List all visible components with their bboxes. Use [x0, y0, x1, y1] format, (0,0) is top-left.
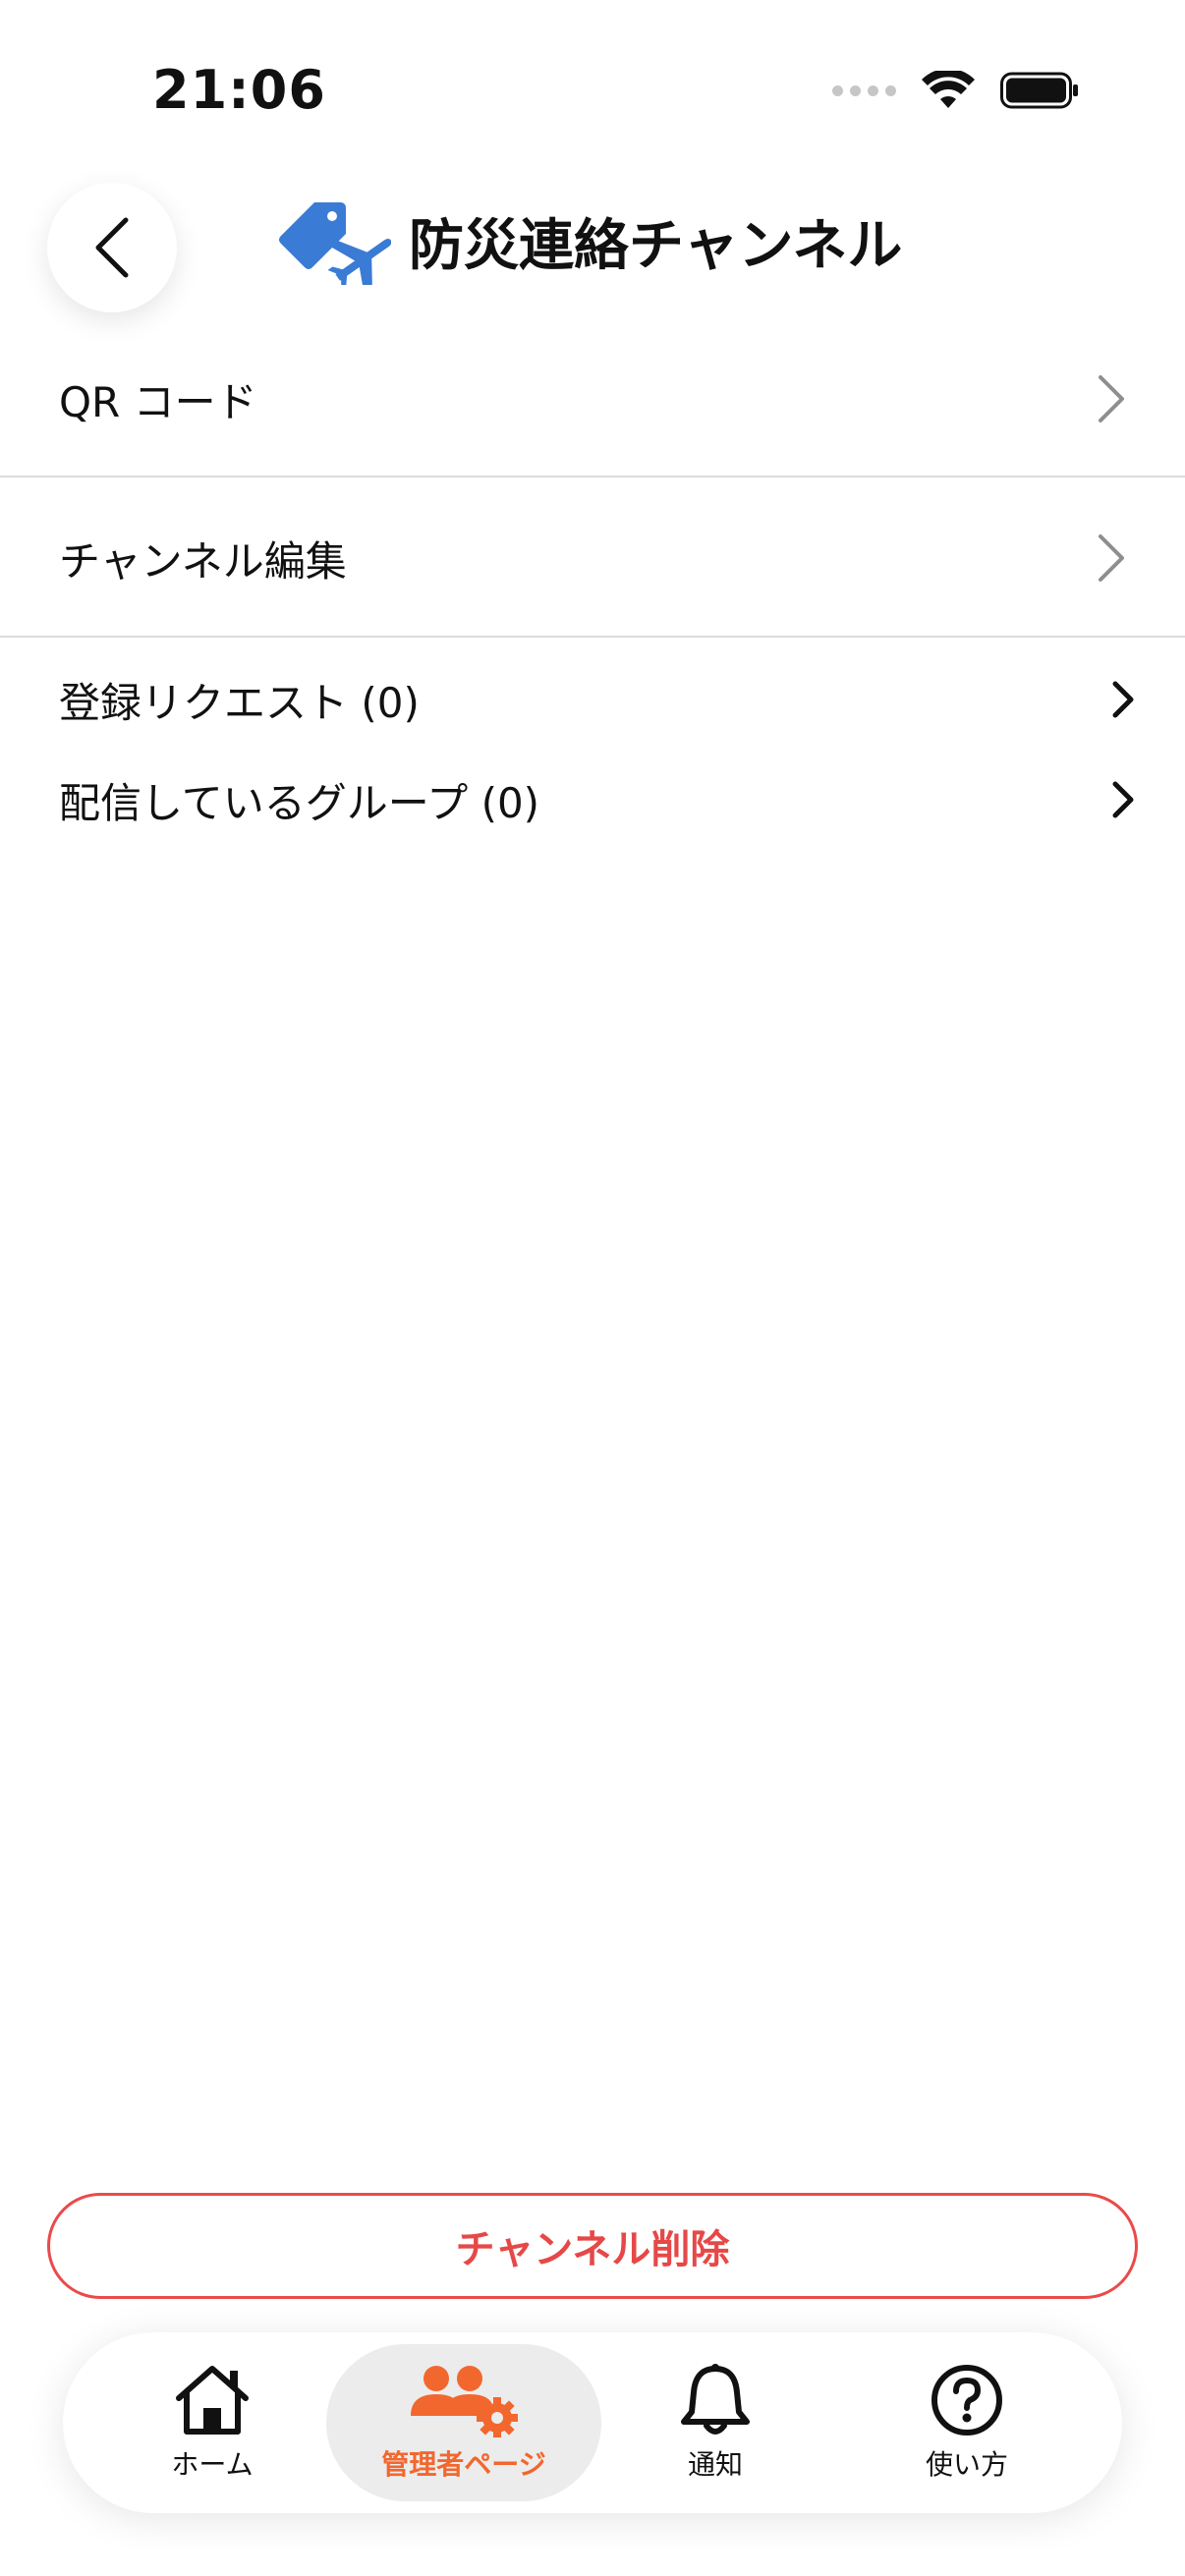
- page-header: 防災連絡チャンネル: [275, 196, 902, 285]
- status-time: 21:06: [152, 59, 326, 121]
- chevron-right-icon: [1112, 681, 1134, 718]
- tab-label: 使い方: [925, 2448, 1008, 2481]
- chevron-right-icon: [1099, 375, 1124, 422]
- divider: [0, 476, 1185, 477]
- delete-channel-button[interactable]: チャンネル削除: [47, 2193, 1138, 2299]
- bottom-tab-bar: ホーム 管理者ページ 通知 使い方: [63, 2332, 1122, 2513]
- wifi-icon: [922, 71, 975, 108]
- menu-item-label: 配信しているグループ (0): [59, 778, 540, 827]
- home-icon: [176, 2366, 249, 2435]
- menu-item-distributing-groups[interactable]: 配信しているグループ (0): [0, 758, 1185, 841]
- question-circle-icon: [931, 2365, 1002, 2436]
- menu-item-qr-code[interactable]: QR コード: [0, 350, 1185, 448]
- tag-plane-icon: [279, 202, 391, 285]
- cellular-signal-icon: [832, 84, 896, 96]
- chevron-right-icon: [1112, 781, 1134, 818]
- battery-icon: [1000, 72, 1078, 109]
- tab-label: 管理者ページ: [381, 2448, 546, 2481]
- menu-item-label: チャンネル編集: [59, 536, 347, 586]
- tab-home[interactable]: ホーム: [75, 2344, 350, 2501]
- tab-label: 通知: [687, 2448, 743, 2481]
- tab-how-to-use[interactable]: 使い方: [829, 2344, 1104, 2501]
- chevron-left-icon: [95, 217, 129, 278]
- status-indicators: [832, 71, 1079, 110]
- tab-notifications[interactable]: 通知: [578, 2344, 853, 2501]
- menu-item-channel-edit[interactable]: チャンネル編集: [0, 509, 1185, 607]
- bell-icon: [681, 2364, 750, 2435]
- admin-users-gear-icon: [411, 2366, 518, 2437]
- menu-item-label: QR コード: [59, 377, 257, 426]
- menu-item-registration-requests[interactable]: 登録リクエスト (0): [0, 658, 1185, 741]
- tab-admin-page[interactable]: 管理者ページ: [326, 2344, 601, 2501]
- back-button[interactable]: [47, 183, 177, 312]
- tab-label: ホーム: [171, 2448, 254, 2481]
- menu-item-label: 登録リクエスト (0): [59, 678, 420, 727]
- chevron-right-icon: [1099, 534, 1124, 582]
- divider: [0, 636, 1185, 638]
- page-title: 防災連絡チャンネル: [409, 213, 903, 278]
